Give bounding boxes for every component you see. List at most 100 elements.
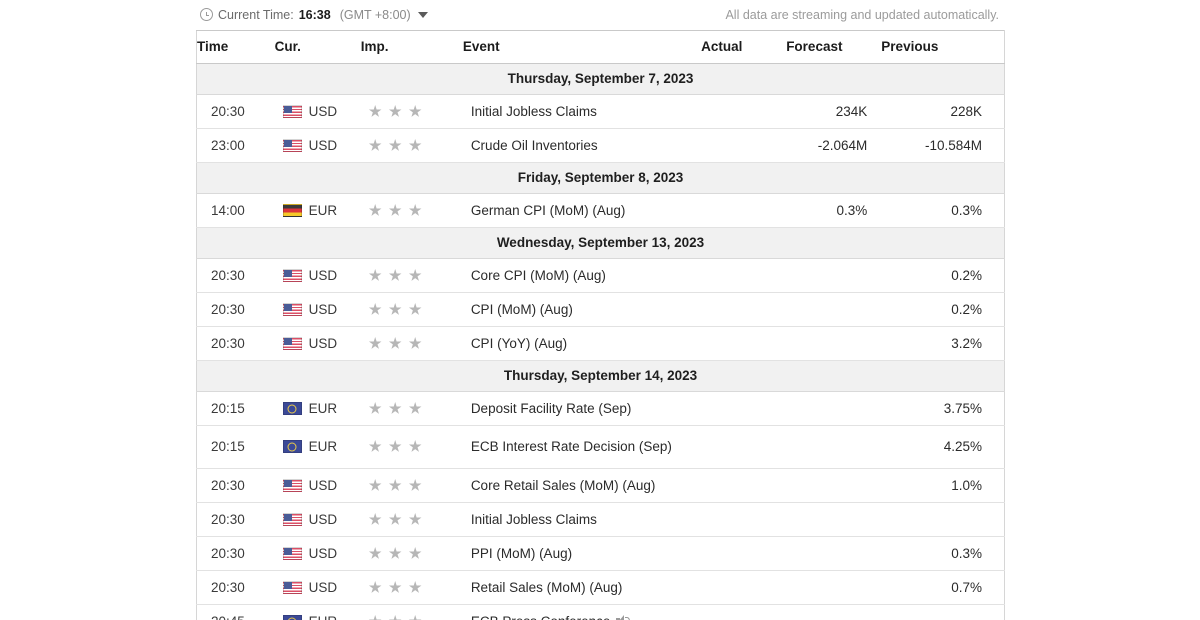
table-row[interactable]: 20:30 USD CPI (MoM) (Aug) 0.2%	[196, 292, 1005, 327]
event-name-cell[interactable]: Core CPI (MoM) (Aug)	[462, 258, 702, 293]
importance-cell[interactable]	[360, 604, 463, 620]
importance-stars	[368, 303, 463, 316]
star-icon	[368, 479, 382, 491]
previous-value: 0.2%	[881, 292, 1005, 327]
table-row[interactable]: 20:45 EUR ECB Press Conference	[196, 604, 1005, 620]
event-name-cell[interactable]: CPI (YoY) (Aug)	[462, 326, 702, 361]
previous-value: 3.2%	[881, 326, 1005, 361]
previous-value: 0.3%	[881, 536, 1005, 571]
table-row[interactable]: 20:30 USD Initial Jobless Claims 234K 228K	[196, 94, 1005, 129]
event-name-cell[interactable]: Initial Jobless Claims	[462, 502, 702, 537]
column-header-event[interactable]: Event	[462, 30, 702, 64]
de-flag-icon	[282, 204, 302, 217]
currency-code: USD	[308, 546, 338, 561]
importance-stars	[368, 581, 463, 594]
importance-cell[interactable]	[360, 391, 463, 426]
date-separator-row: Thursday, September 14, 2023	[196, 360, 1005, 392]
importance-cell[interactable]	[360, 292, 463, 327]
table-row[interactable]: 20:15 EUR Deposit Facility Rate (Sep) 3.75%	[196, 391, 1005, 426]
currency-code: USD	[308, 336, 338, 351]
event-name-cell[interactable]: PPI (MoM) (Aug)	[462, 536, 702, 571]
event-name-cell[interactable]: ECB Press Conference	[462, 604, 702, 620]
eu-flag-icon	[282, 402, 302, 415]
star-icon	[408, 402, 422, 414]
column-header-actual[interactable]: Actual	[701, 30, 787, 64]
column-header-previous[interactable]: Previous	[881, 30, 1005, 64]
star-icon	[368, 581, 382, 593]
table-body: Thursday, September 7, 2023 20:30 USD Initi…	[196, 63, 1005, 620]
importance-cell[interactable]	[360, 536, 463, 571]
event-time: 23:00	[196, 128, 275, 163]
table-row[interactable]: 20:30 USD PPI (MoM) (Aug) 0.3%	[196, 536, 1005, 571]
table-row[interactable]: 20:30 USD Initial Jobless Claims	[196, 502, 1005, 537]
date-separator-row: Wednesday, September 13, 2023	[196, 227, 1005, 259]
importance-cell[interactable]	[360, 258, 463, 293]
currency-cell: USD	[274, 468, 361, 503]
table-row[interactable]: 20:30 USD Core Retail Sales (MoM) (Aug) 1.0…	[196, 468, 1005, 503]
column-header-time[interactable]: Time	[196, 30, 275, 64]
star-icon	[388, 440, 402, 452]
star-icon	[368, 440, 382, 452]
table-row[interactable]: 20:30 USD Core CPI (MoM) (Aug) 0.2%	[196, 258, 1005, 293]
table-row[interactable]: 20:30 USD Retail Sales (MoM) (Aug) 0.7%	[196, 570, 1005, 605]
importance-cell[interactable]	[360, 128, 463, 163]
event-time: 20:30	[196, 468, 275, 503]
importance-cell[interactable]	[360, 193, 463, 228]
table-row[interactable]: 20:15 EUR ECB Interest Rate Decision (Sep)…	[196, 425, 1005, 469]
event-name-cell[interactable]: CPI (MoM) (Aug)	[462, 292, 702, 327]
importance-cell[interactable]	[360, 94, 463, 129]
column-header-currency[interactable]: Cur.	[274, 30, 361, 64]
current-time-value: 16:38	[298, 7, 331, 22]
event-time: 20:30	[196, 326, 275, 361]
currency-cell: USD	[274, 292, 361, 327]
importance-cell[interactable]	[360, 326, 463, 361]
event-time: 20:30	[196, 536, 275, 571]
forecast-value	[786, 326, 882, 361]
streaming-note: All data are streaming and updated autom…	[725, 7, 999, 22]
importance-cell[interactable]	[360, 502, 463, 537]
importance-cell[interactable]	[360, 425, 463, 469]
actual-value	[701, 536, 787, 571]
table-row[interactable]: 14:00 EUR German CPI (MoM) (Aug) 0.3% 0.3%	[196, 193, 1005, 228]
importance-cell[interactable]	[360, 468, 463, 503]
event-name-cell[interactable]: German CPI (MoM) (Aug)	[462, 193, 702, 228]
date-label: Thursday, September 7, 2023	[196, 63, 1005, 95]
table-header: Time Cur. Imp. Event Actual Forecast Pre…	[196, 30, 1005, 64]
forecast-value	[786, 536, 882, 571]
importance-stars	[368, 105, 463, 118]
star-icon	[408, 269, 422, 281]
event-name-cell[interactable]: Deposit Facility Rate (Sep)	[462, 391, 702, 426]
previous-value	[881, 604, 1005, 620]
column-header-importance[interactable]: Imp.	[360, 30, 463, 64]
star-icon	[388, 513, 402, 525]
column-header-forecast[interactable]: Forecast	[786, 30, 882, 64]
currency-code: USD	[308, 580, 338, 595]
importance-stars	[368, 204, 463, 217]
forecast-value	[786, 258, 882, 293]
timezone-label: (GMT +8:00)	[339, 7, 411, 22]
event-time: 20:15	[196, 425, 275, 469]
table-row[interactable]: 23:00 USD Crude Oil Inventories -2.064M -10.…	[196, 128, 1005, 163]
star-icon	[408, 547, 422, 559]
event-name-cell[interactable]: Retail Sales (MoM) (Aug)	[462, 570, 702, 605]
star-icon	[368, 139, 382, 151]
importance-stars	[368, 402, 463, 415]
chevron-down-icon[interactable]	[417, 11, 428, 18]
currency-cell: USD	[274, 94, 361, 129]
economic-calendar-table: Time Cur. Imp. Event Actual Forecast Pre…	[196, 30, 1005, 620]
table-row[interactable]: 20:30 USD CPI (YoY) (Aug) 3.2%	[196, 326, 1005, 361]
event-name: Retail Sales (MoM) (Aug)	[470, 580, 623, 595]
importance-cell[interactable]	[360, 570, 463, 605]
speaker-icon[interactable]	[616, 615, 631, 620]
event-name-cell[interactable]: ECB Interest Rate Decision (Sep)	[462, 425, 702, 469]
forecast-value: 0.3%	[786, 193, 882, 228]
currency-code: EUR	[308, 401, 338, 416]
event-name-cell[interactable]: Core Retail Sales (MoM) (Aug)	[462, 468, 702, 503]
event-name-cell[interactable]: Crude Oil Inventories	[462, 128, 702, 163]
actual-value	[701, 292, 787, 327]
currency-code: EUR	[308, 439, 338, 454]
event-name: Core CPI (MoM) (Aug)	[470, 268, 606, 283]
actual-value	[701, 193, 787, 228]
currency-code: USD	[308, 268, 338, 283]
event-name-cell[interactable]: Initial Jobless Claims	[462, 94, 702, 129]
